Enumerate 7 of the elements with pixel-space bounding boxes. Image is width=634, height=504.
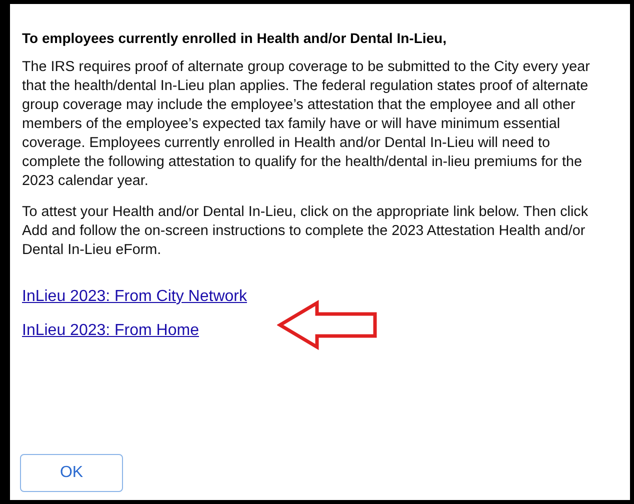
arrow-icon <box>276 300 379 350</box>
ok-button[interactable]: OK <box>20 454 123 492</box>
link[interactable]: InLieu 2023: From Home <box>22 322 247 340</box>
link[interactable]: InLieu 2023: From City Network <box>22 288 247 306</box>
dialog-heading: To employees currently enrolled in Health and/or Dental In-Lieu, <box>22 30 448 46</box>
paragraph: The IRS requires proof of alternate group coverage to be submitted to the City every year that the health/dental In-Lieu plan applies. The federal regulation states proof of alternate group coverage may include the employee’s attestation that the employee and all other members of the employee’s expected tax family have or will have minimum essential coverage. Employees currently enrolled in Health and/or Dental In-Lieu will need to complete the following attestation to qualify for the health/dental in-lieu premiums for the 2023 calendar year. <box>22 58 591 191</box>
paragraph: To attest your Health and/or Dental In-Lieu, click on the appropriate link below. Then click Add and follow the on-screen instructions to complete the 2023 Attestation Health and/or Dental In-Lieu eForm. <box>22 203 590 260</box>
